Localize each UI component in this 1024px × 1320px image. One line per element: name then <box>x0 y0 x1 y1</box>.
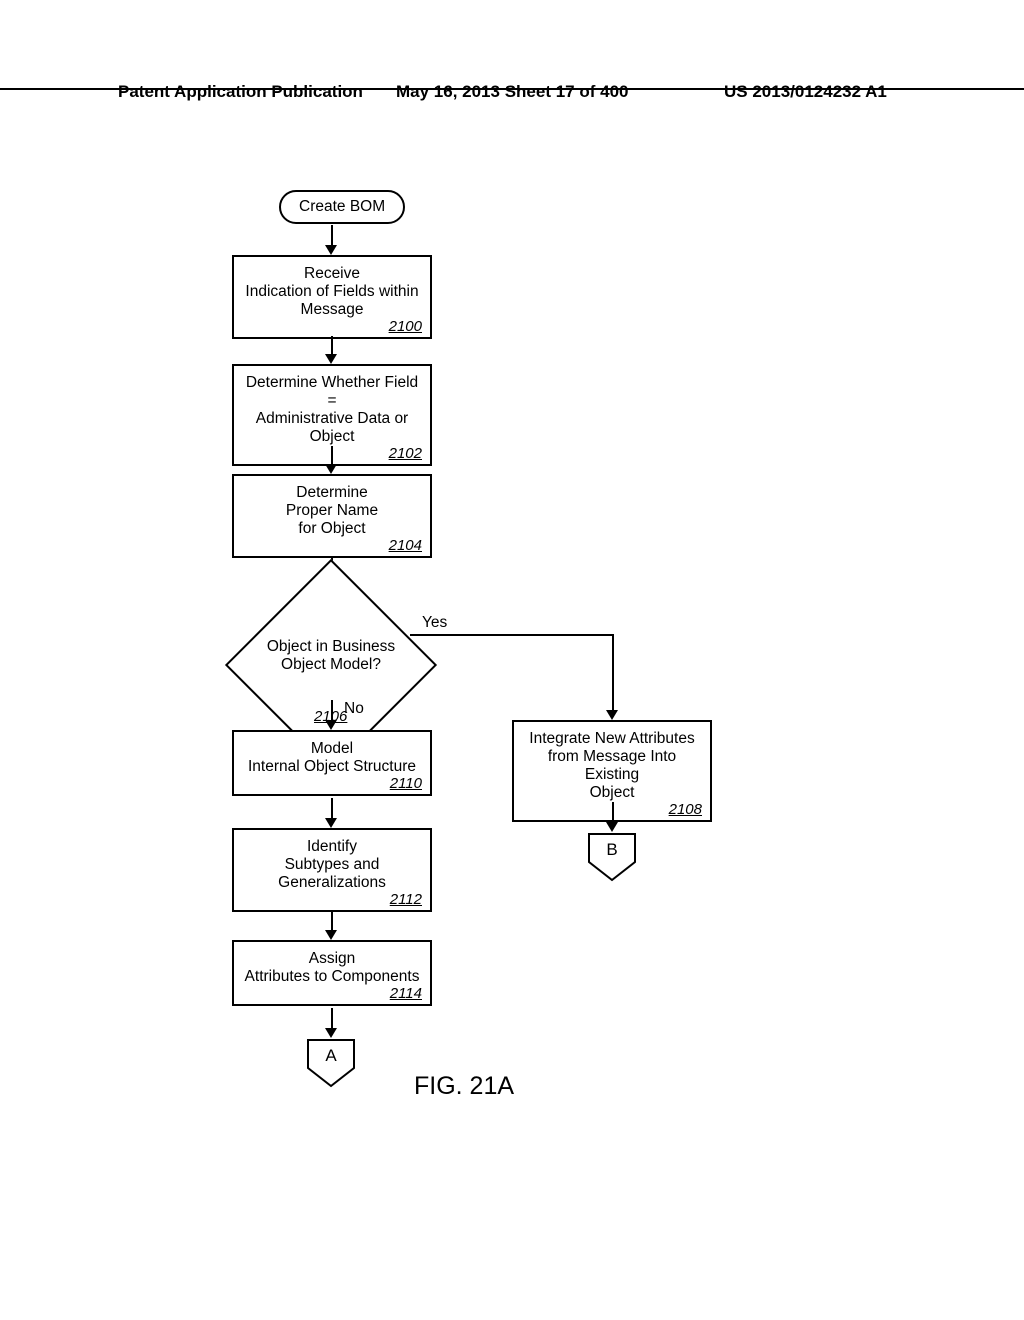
step-2100: Receive Indication of Fields within Mess… <box>232 255 432 339</box>
arrowhead-icon <box>325 818 337 828</box>
arrowhead-icon <box>325 464 337 474</box>
date-sheet: May 16, 2013 Sheet 17 of 400 <box>396 82 628 102</box>
offpage-connector-b: B <box>587 832 637 882</box>
step-2114: Assign Attributes to Components 2114 <box>232 940 432 1006</box>
terminator-label: Create BOM <box>279 190 405 224</box>
arrowhead-icon <box>325 354 337 364</box>
arrowhead-icon <box>606 822 618 832</box>
step-text: Determine Whether Field = Administrative… <box>244 374 420 446</box>
step-text: Assign Attributes to Components <box>244 950 420 986</box>
flowchart-canvas: Create BOM Receive Indication of Fields … <box>0 120 1024 1300</box>
step-ref: 2110 <box>390 775 422 792</box>
step-text: Determine Proper Name for Object <box>244 484 420 538</box>
edge-yes-h <box>410 634 614 636</box>
offpage-label: B <box>587 840 637 860</box>
edge <box>331 336 333 356</box>
step-ref: 2104 <box>389 537 422 554</box>
edge <box>612 802 614 824</box>
terminator-create-bom: Create BOM <box>279 190 405 224</box>
step-2104: Determine Proper Name for Object 2104 <box>232 474 432 558</box>
decision-ref: 2106 <box>314 708 347 725</box>
edge <box>331 225 333 247</box>
arrowhead-icon <box>325 930 337 940</box>
figure-caption: FIG. 21A <box>414 1072 514 1101</box>
step-2110: Model Internal Object Structure 2110 <box>232 730 432 796</box>
arrowhead-icon <box>325 245 337 255</box>
arrowhead-icon <box>606 710 618 720</box>
edge-yes-v <box>612 634 614 712</box>
decision-2106: Object in Business Object Model? 2106 <box>256 590 406 740</box>
step-text: Identify Subtypes and Generalizations <box>244 838 420 892</box>
pub-number: US 2013/0124232 A1 <box>724 82 887 102</box>
step-ref: 2102 <box>389 445 422 462</box>
edge <box>331 798 333 820</box>
step-2112: Identify Subtypes and Generalizations 21… <box>232 828 432 912</box>
step-ref: 2108 <box>669 801 702 818</box>
edge <box>331 910 333 932</box>
arrowhead-icon <box>325 1028 337 1038</box>
step-text: Model Internal Object Structure <box>244 740 420 776</box>
edge <box>331 1008 333 1030</box>
step-text: Receive Indication of Fields within Mess… <box>244 265 420 319</box>
step-ref: 2100 <box>389 318 422 335</box>
step-ref: 2114 <box>390 985 422 1002</box>
offpage-connector-a: A <box>306 1038 356 1088</box>
offpage-label: A <box>306 1046 356 1066</box>
edge-label-yes: Yes <box>420 614 449 632</box>
edge <box>331 446 333 466</box>
step-ref: 2112 <box>390 891 422 908</box>
decision-text: Object in Business Object Model? <box>246 638 416 674</box>
step-text: Integrate New Attributes from Message In… <box>524 730 700 802</box>
page-header: Patent Application Publication May 16, 2… <box>0 82 1024 90</box>
publication-type: Patent Application Publication <box>118 82 363 102</box>
